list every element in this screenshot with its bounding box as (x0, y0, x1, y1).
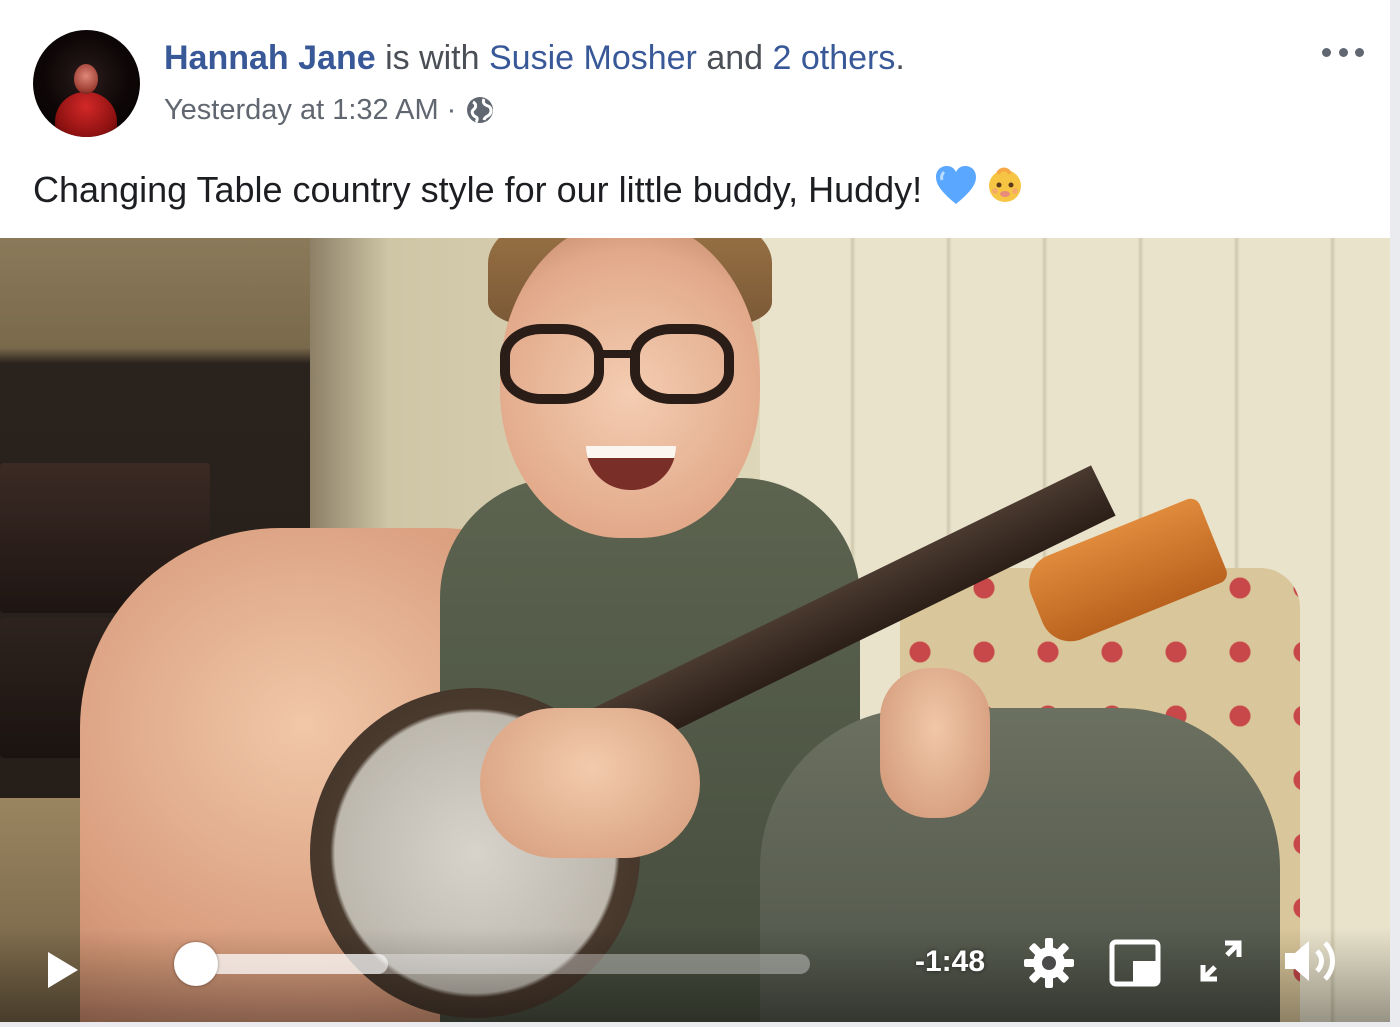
play-icon[interactable] (38, 946, 86, 994)
time-remaining: -1:48 (914, 945, 986, 978)
avatar-figure-head (74, 64, 98, 94)
video-scene-hand (480, 708, 700, 858)
is-with-label: is with (385, 39, 480, 77)
others-link[interactable]: 2 others (773, 39, 896, 77)
feed-background-edge (1390, 0, 1400, 1027)
video-scene-glasses (630, 324, 734, 404)
post-caption: Changing Table country style for our lit… (33, 164, 1026, 216)
tagged-person-link[interactable]: Susie Mosher (489, 39, 697, 77)
fullscreen-icon[interactable] (1196, 936, 1246, 986)
and-label: and (706, 39, 764, 77)
meta-separator: · (446, 94, 457, 126)
more-dot (1355, 47, 1364, 57)
more-dot (1322, 47, 1331, 57)
post-bottom-divider (0, 1022, 1390, 1027)
facebook-post: Hannah Jane is with Susie Mosher and 2 o… (0, 0, 1390, 1027)
blue-heart-icon (934, 164, 978, 216)
post-timestamp-link[interactable]: Yesterday at 1:32 AM (164, 92, 439, 128)
video-scene-glasses-bridge (600, 350, 634, 358)
baby-icon (984, 164, 1026, 216)
is-with-text: is with (385, 39, 489, 77)
gear-icon[interactable] (1020, 934, 1078, 992)
and-text: and (706, 39, 772, 77)
seek-buffered (190, 954, 388, 974)
video-scene-glasses (500, 324, 604, 404)
video-scene-hand (880, 668, 990, 818)
caption-text: Changing Table country style for our lit… (33, 169, 923, 210)
more-dot (1338, 47, 1348, 57)
globe-icon[interactable] (464, 94, 496, 126)
post-author-line: Hannah Jane is with Susie Mosher and 2 o… (164, 38, 905, 78)
author-name-link[interactable]: Hannah Jane (164, 39, 376, 77)
picture-in-picture-icon[interactable] (1106, 934, 1164, 992)
seek-bar[interactable] (190, 954, 810, 974)
seek-handle[interactable] (174, 942, 218, 986)
more-options-icon[interactable] (1318, 34, 1368, 70)
volume-icon[interactable] (1278, 932, 1344, 990)
video-player[interactable]: -1:48 (0, 238, 1390, 1022)
period-text: . (895, 39, 905, 77)
post-meta: Yesterday at 1:32 AM · (164, 92, 496, 128)
avatar-figure-body (55, 92, 117, 137)
author-avatar[interactable] (33, 30, 140, 137)
